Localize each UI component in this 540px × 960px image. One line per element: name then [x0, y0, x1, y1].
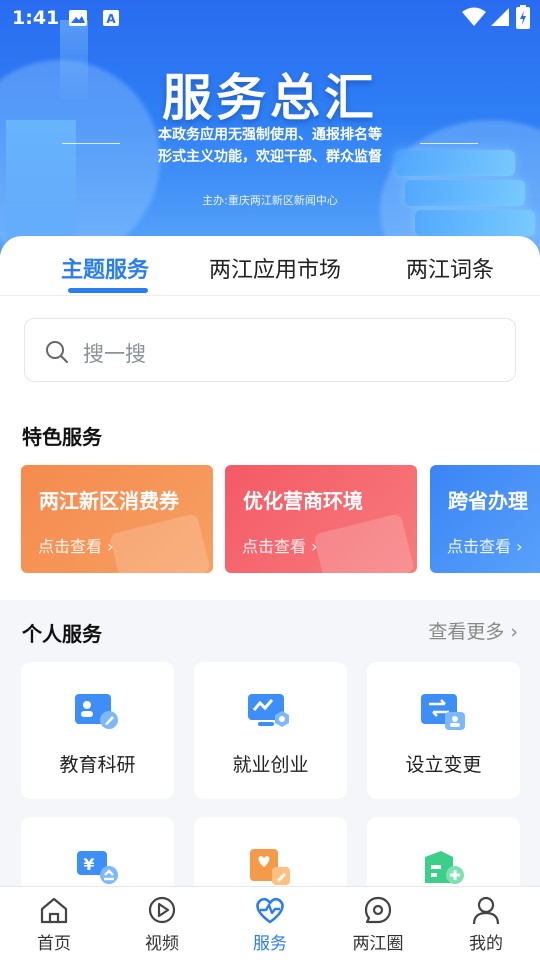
nav-label: 服务 [253, 934, 287, 954]
view-more-label: 查看更多 [428, 621, 505, 643]
banner-subtitle-line: 形式主义功能，欢迎干部、群众监督 [158, 149, 382, 165]
education-icon [75, 694, 118, 729]
svg-text:A: A [106, 12, 116, 26]
featured-title: 特色服务 [22, 425, 102, 449]
chevron-right-icon: › [504, 621, 518, 643]
play-icon [148, 896, 176, 924]
featured-card-link: 点击查看 › [447, 537, 523, 556]
nav-service[interactable]: 服务 [230, 895, 310, 954]
banner-host: 主办:重庆两江新区新闻中心 [202, 194, 338, 207]
service-card-registration[interactable]: 设立变更 [367, 662, 520, 799]
svg-text:¥: ¥ [83, 855, 94, 874]
search-placeholder: 搜一搜 [83, 342, 146, 366]
tab-indicator [68, 288, 148, 293]
home-icon [40, 897, 68, 924]
view-more-link[interactable]: 查看更多 › [428, 617, 518, 644]
search-icon [46, 341, 68, 363]
housing-add-icon [425, 851, 464, 884]
tab-theme-services[interactable]: 主题服务 [61, 252, 149, 284]
bottom-nav: 首页 视频 服务 两江圈 我的 [0, 886, 540, 960]
battery-icon [516, 5, 530, 29]
featured-card-title: 跨省办理 [448, 489, 528, 513]
nav-profile[interactable]: 我的 [446, 895, 526, 954]
featured-card-title: 优化营商环境 [243, 489, 363, 513]
nav-label: 首页 [37, 934, 71, 954]
nav-label: 两江圈 [352, 934, 404, 954]
server-illustration [415, 210, 535, 236]
featured-card-business[interactable]: 优化营商环境 点击查看 › [225, 465, 417, 573]
voucher-decoration [109, 513, 211, 573]
featured-card-link: 点击查看 › [242, 537, 318, 556]
featured-section: 搜一搜 特色服务 两江新区消费券 点击查看 › 优化营商环境 点击查看 › 跨省… [0, 296, 540, 600]
health-certificate-icon [250, 849, 290, 885]
service-card-label: 教育科研 [59, 754, 136, 776]
finance-icon: ¥ [77, 851, 118, 884]
employment-icon [248, 694, 289, 727]
ie-decoration [313, 513, 415, 573]
chat-circle-icon [364, 896, 392, 924]
service-heart-icon [256, 897, 284, 924]
featured-card-voucher[interactable]: 两江新区消费券 点击查看 › [21, 465, 213, 573]
nav-video[interactable]: 视频 [122, 895, 202, 954]
service-card-label: 就业创业 [232, 754, 309, 776]
personal-title: 个人服务 [22, 622, 102, 646]
tab-app-market[interactable]: 两江应用市场 [209, 252, 341, 284]
image-icon [69, 10, 87, 26]
search-input[interactable]: 搜一搜 [24, 318, 516, 382]
banner-title: 服务总汇 [162, 69, 378, 127]
banner: 服务总汇 本政务应用无强制使用、通报排名等 形式主义功能，欢迎干部、群众监督 主… [0, 0, 540, 262]
banner-subtitle: 本政务应用无强制使用、通报排名等 形式主义功能，欢迎干部、群众监督 [0, 124, 540, 168]
topic-tabs: 主题服务 两江应用市场 两江词条 [0, 236, 540, 296]
service-card-employment[interactable]: 就业创业 [194, 662, 347, 799]
nav-label: 我的 [469, 934, 503, 954]
featured-card-title: 两江新区消费券 [39, 489, 179, 513]
nav-label: 视频 [145, 934, 179, 954]
signal-icon [491, 8, 509, 26]
registration-change-icon [421, 694, 465, 730]
status-bar: 1:41 A [0, 0, 540, 36]
featured-card-link: 点击查看 › [38, 537, 114, 556]
banner-subtitle-line: 本政务应用无强制使用、通报排名等 [158, 127, 382, 143]
profile-icon [472, 896, 500, 925]
service-card-label: 设立变更 [405, 754, 482, 776]
wifi-icon [462, 7, 486, 26]
status-time: 1:41 [12, 7, 60, 29]
nav-home[interactable]: 首页 [14, 895, 94, 954]
text-icon: A [103, 10, 119, 26]
tab-glossary[interactable]: 两江词条 [406, 252, 494, 284]
featured-card-cross-province[interactable]: 跨省办理 点击查看 › [430, 465, 540, 573]
nav-circle[interactable]: 两江圈 [338, 895, 418, 954]
service-card-education[interactable]: 教育科研 [21, 662, 174, 799]
